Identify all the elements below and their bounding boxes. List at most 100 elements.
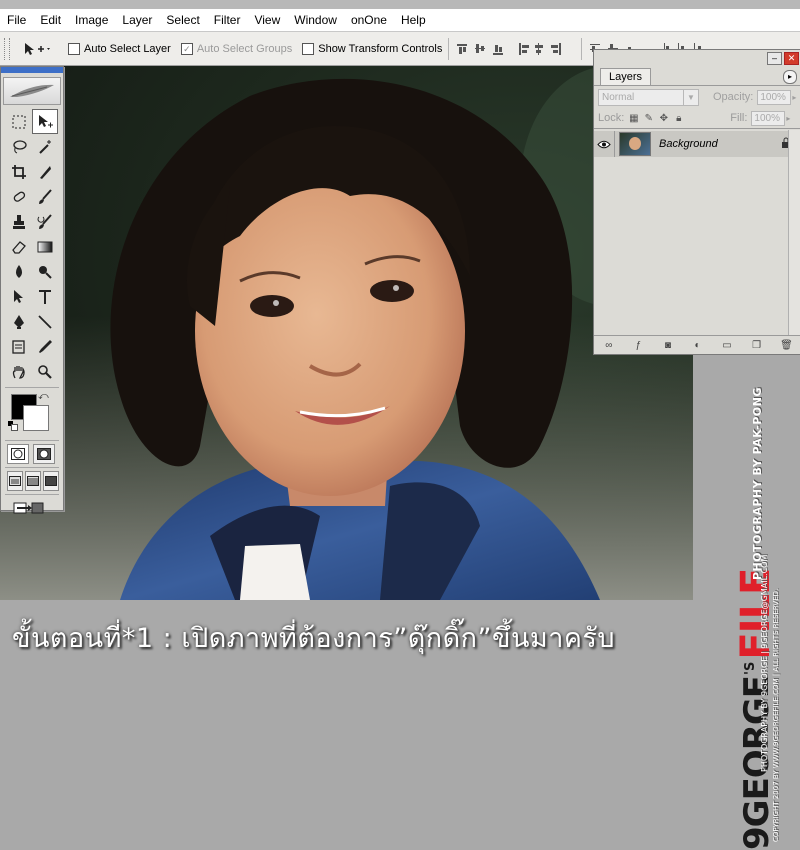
minimize-icon[interactable]: – <box>767 52 782 65</box>
align-buttons-group[interactable] <box>455 41 575 57</box>
tools-palette-titlebar[interactable] <box>1 67 63 73</box>
type-tool-icon[interactable] <box>32 284 58 309</box>
opacity-arrow-icon[interactable]: ▸ <box>792 93 796 102</box>
zoom-tool-icon[interactable] <box>32 359 58 384</box>
tool-preset-picker[interactable] <box>22 41 58 57</box>
eyedropper-icon[interactable] <box>32 334 58 359</box>
feather-icon <box>10 84 54 97</box>
menu-window[interactable]: Window <box>287 9 344 31</box>
add-mask-icon[interactable]: ◙ <box>662 340 674 351</box>
standard-screen-icon[interactable] <box>7 471 23 491</box>
brush-tool-icon[interactable] <box>32 184 58 209</box>
watermark-photographer-line: PHOTOGRAPHY BY PAK-PONG <box>751 387 764 580</box>
panel-tab-row: Layers ▸ <box>594 67 800 86</box>
blend-row: Normal ▼ Opacity: 100% ▸ <box>594 86 800 108</box>
mask-mode-buttons <box>1 444 63 464</box>
lock-paint-icon[interactable]: ✎ <box>643 113 654 124</box>
background-color-swatch[interactable] <box>23 405 49 431</box>
layer-name[interactable]: Background <box>659 138 781 150</box>
visibility-eye-icon[interactable] <box>594 131 615 157</box>
lasso-tool-icon[interactable] <box>6 134 32 159</box>
layer-row-background[interactable]: Background <box>594 131 800 157</box>
show-transform-controls-checkbox[interactable]: Show Transform Controls <box>302 42 443 55</box>
tutorial-step-caption: ขั้นตอนที่*1 : เปิดภาพที่ต้องการ”ดุ๊กดิ๊… <box>12 623 616 654</box>
move-tool-icon <box>25 42 50 55</box>
lock-all-icon[interactable]: 🔒︎ <box>673 113 684 124</box>
adobe-online-button[interactable] <box>3 77 61 105</box>
delete-layer-icon[interactable]: 🗑︎ <box>780 340 793 351</box>
menu-bar: File Edit Image Layer Select Filter View… <box>0 9 800 32</box>
slice-tool-icon[interactable] <box>32 159 58 184</box>
quick-mask-mode-icon[interactable] <box>33 444 55 464</box>
full-screen-icon[interactable] <box>43 471 59 491</box>
marquee-tool-icon[interactable] <box>6 109 32 134</box>
history-brush-icon[interactable] <box>32 209 58 234</box>
document-canvas[interactable] <box>0 66 693 600</box>
full-screen-menu-icon[interactable] <box>25 471 41 491</box>
move-tool-icon[interactable] <box>32 109 58 134</box>
lock-transparency-icon[interactable]: ▦ <box>628 113 639 124</box>
gradient-tool-icon[interactable] <box>32 234 58 259</box>
jump-to-buttons <box>1 498 63 518</box>
new-group-icon[interactable]: ▭ <box>721 340 733 351</box>
link-layers-icon[interactable]: ∞ <box>603 340 615 351</box>
jump-to-imageready-icon[interactable] <box>7 498 49 518</box>
blend-mode-select[interactable]: Normal ▼ <box>598 88 699 106</box>
crop-tool-icon[interactable] <box>6 159 32 184</box>
menu-help[interactable]: Help <box>394 9 433 31</box>
watermark-contact-line: PHOTOGRAPHY BY 9GEORGE | 9GEORGE@GMAIL.C… <box>760 554 769 772</box>
layer-style-icon[interactable]: ƒ <box>632 340 644 351</box>
auto-select-groups-checkbox[interactable]: ✓ Auto Select Groups <box>180 42 292 55</box>
hand-tool-icon[interactable] <box>6 359 32 384</box>
checkmark-icon: ✓ <box>180 42 193 55</box>
line-tool-icon[interactable] <box>32 309 58 334</box>
layers-scrollbar[interactable] <box>788 130 800 335</box>
menu-filter[interactable]: Filter <box>207 9 248 31</box>
screen-mode-buttons <box>1 471 63 491</box>
blur-tool-icon[interactable] <box>6 259 32 284</box>
layers-panel-titlebar[interactable]: – ✕ <box>594 50 800 67</box>
watermark-logo-s: 'S <box>743 661 758 675</box>
adjustment-layer-icon[interactable]: ◐ <box>691 340 703 351</box>
checkbox-box <box>302 42 315 55</box>
tab-layers[interactable]: Layers <box>600 68 652 85</box>
eraser-icon[interactable] <box>6 234 32 259</box>
layer-thumbnail <box>619 132 651 156</box>
menu-layer[interactable]: Layer <box>115 9 159 31</box>
divider <box>5 467 59 468</box>
chevron-down-icon: ▼ <box>683 89 698 105</box>
window-top-strip <box>0 0 800 9</box>
menu-onone[interactable]: onOne <box>344 9 394 31</box>
swap-colors-icon[interactable]: ⤺ <box>38 391 49 402</box>
menu-image[interactable]: Image <box>68 9 115 31</box>
pen-tool-icon[interactable] <box>6 309 32 334</box>
menu-select[interactable]: Select <box>159 9 206 31</box>
watermark-copyright-line: COPYRIGHT 2007 BY WWW.9GEORGEFILE.COM | … <box>772 588 780 842</box>
lock-position-icon[interactable]: ✥ <box>658 113 669 124</box>
fill-arrow-icon[interactable]: ▸ <box>786 114 790 123</box>
child-portrait-photo <box>0 66 693 600</box>
auto-select-layer-checkbox[interactable]: Auto Select Layer <box>68 42 171 55</box>
show-transform-controls-label: Show Transform Controls <box>318 42 443 55</box>
options-bar-grip[interactable] <box>4 37 10 60</box>
notes-tool-icon[interactable] <box>6 334 32 359</box>
magic-wand-icon[interactable] <box>32 134 58 159</box>
dodge-tool-icon[interactable] <box>32 259 58 284</box>
close-icon[interactable]: ✕ <box>784 52 799 65</box>
panel-menu-icon[interactable]: ▸ <box>783 70 797 84</box>
menu-edit[interactable]: Edit <box>33 9 68 31</box>
healing-brush-icon[interactable] <box>6 184 32 209</box>
layers-panel-footer: ∞ ƒ ◙ ◐ ▭ ❐ 🗑︎ <box>594 335 800 354</box>
layers-panel: – ✕ Layers ▸ Normal ▼ Opacity: 100% ▸ Lo… <box>593 49 800 355</box>
menu-file[interactable]: File <box>0 9 33 31</box>
fill-field[interactable]: 100% <box>751 110 786 126</box>
standard-mode-icon[interactable] <box>7 444 29 464</box>
menu-view[interactable]: View <box>247 9 287 31</box>
opacity-field[interactable]: 100% <box>757 89 792 105</box>
divider <box>5 494 59 495</box>
default-colors-icon[interactable] <box>8 421 18 431</box>
tools-palette: ⤺ <box>0 66 64 514</box>
clone-stamp-icon[interactable] <box>6 209 32 234</box>
new-layer-icon[interactable]: ❐ <box>751 340 763 351</box>
path-selection-icon[interactable] <box>6 284 32 309</box>
